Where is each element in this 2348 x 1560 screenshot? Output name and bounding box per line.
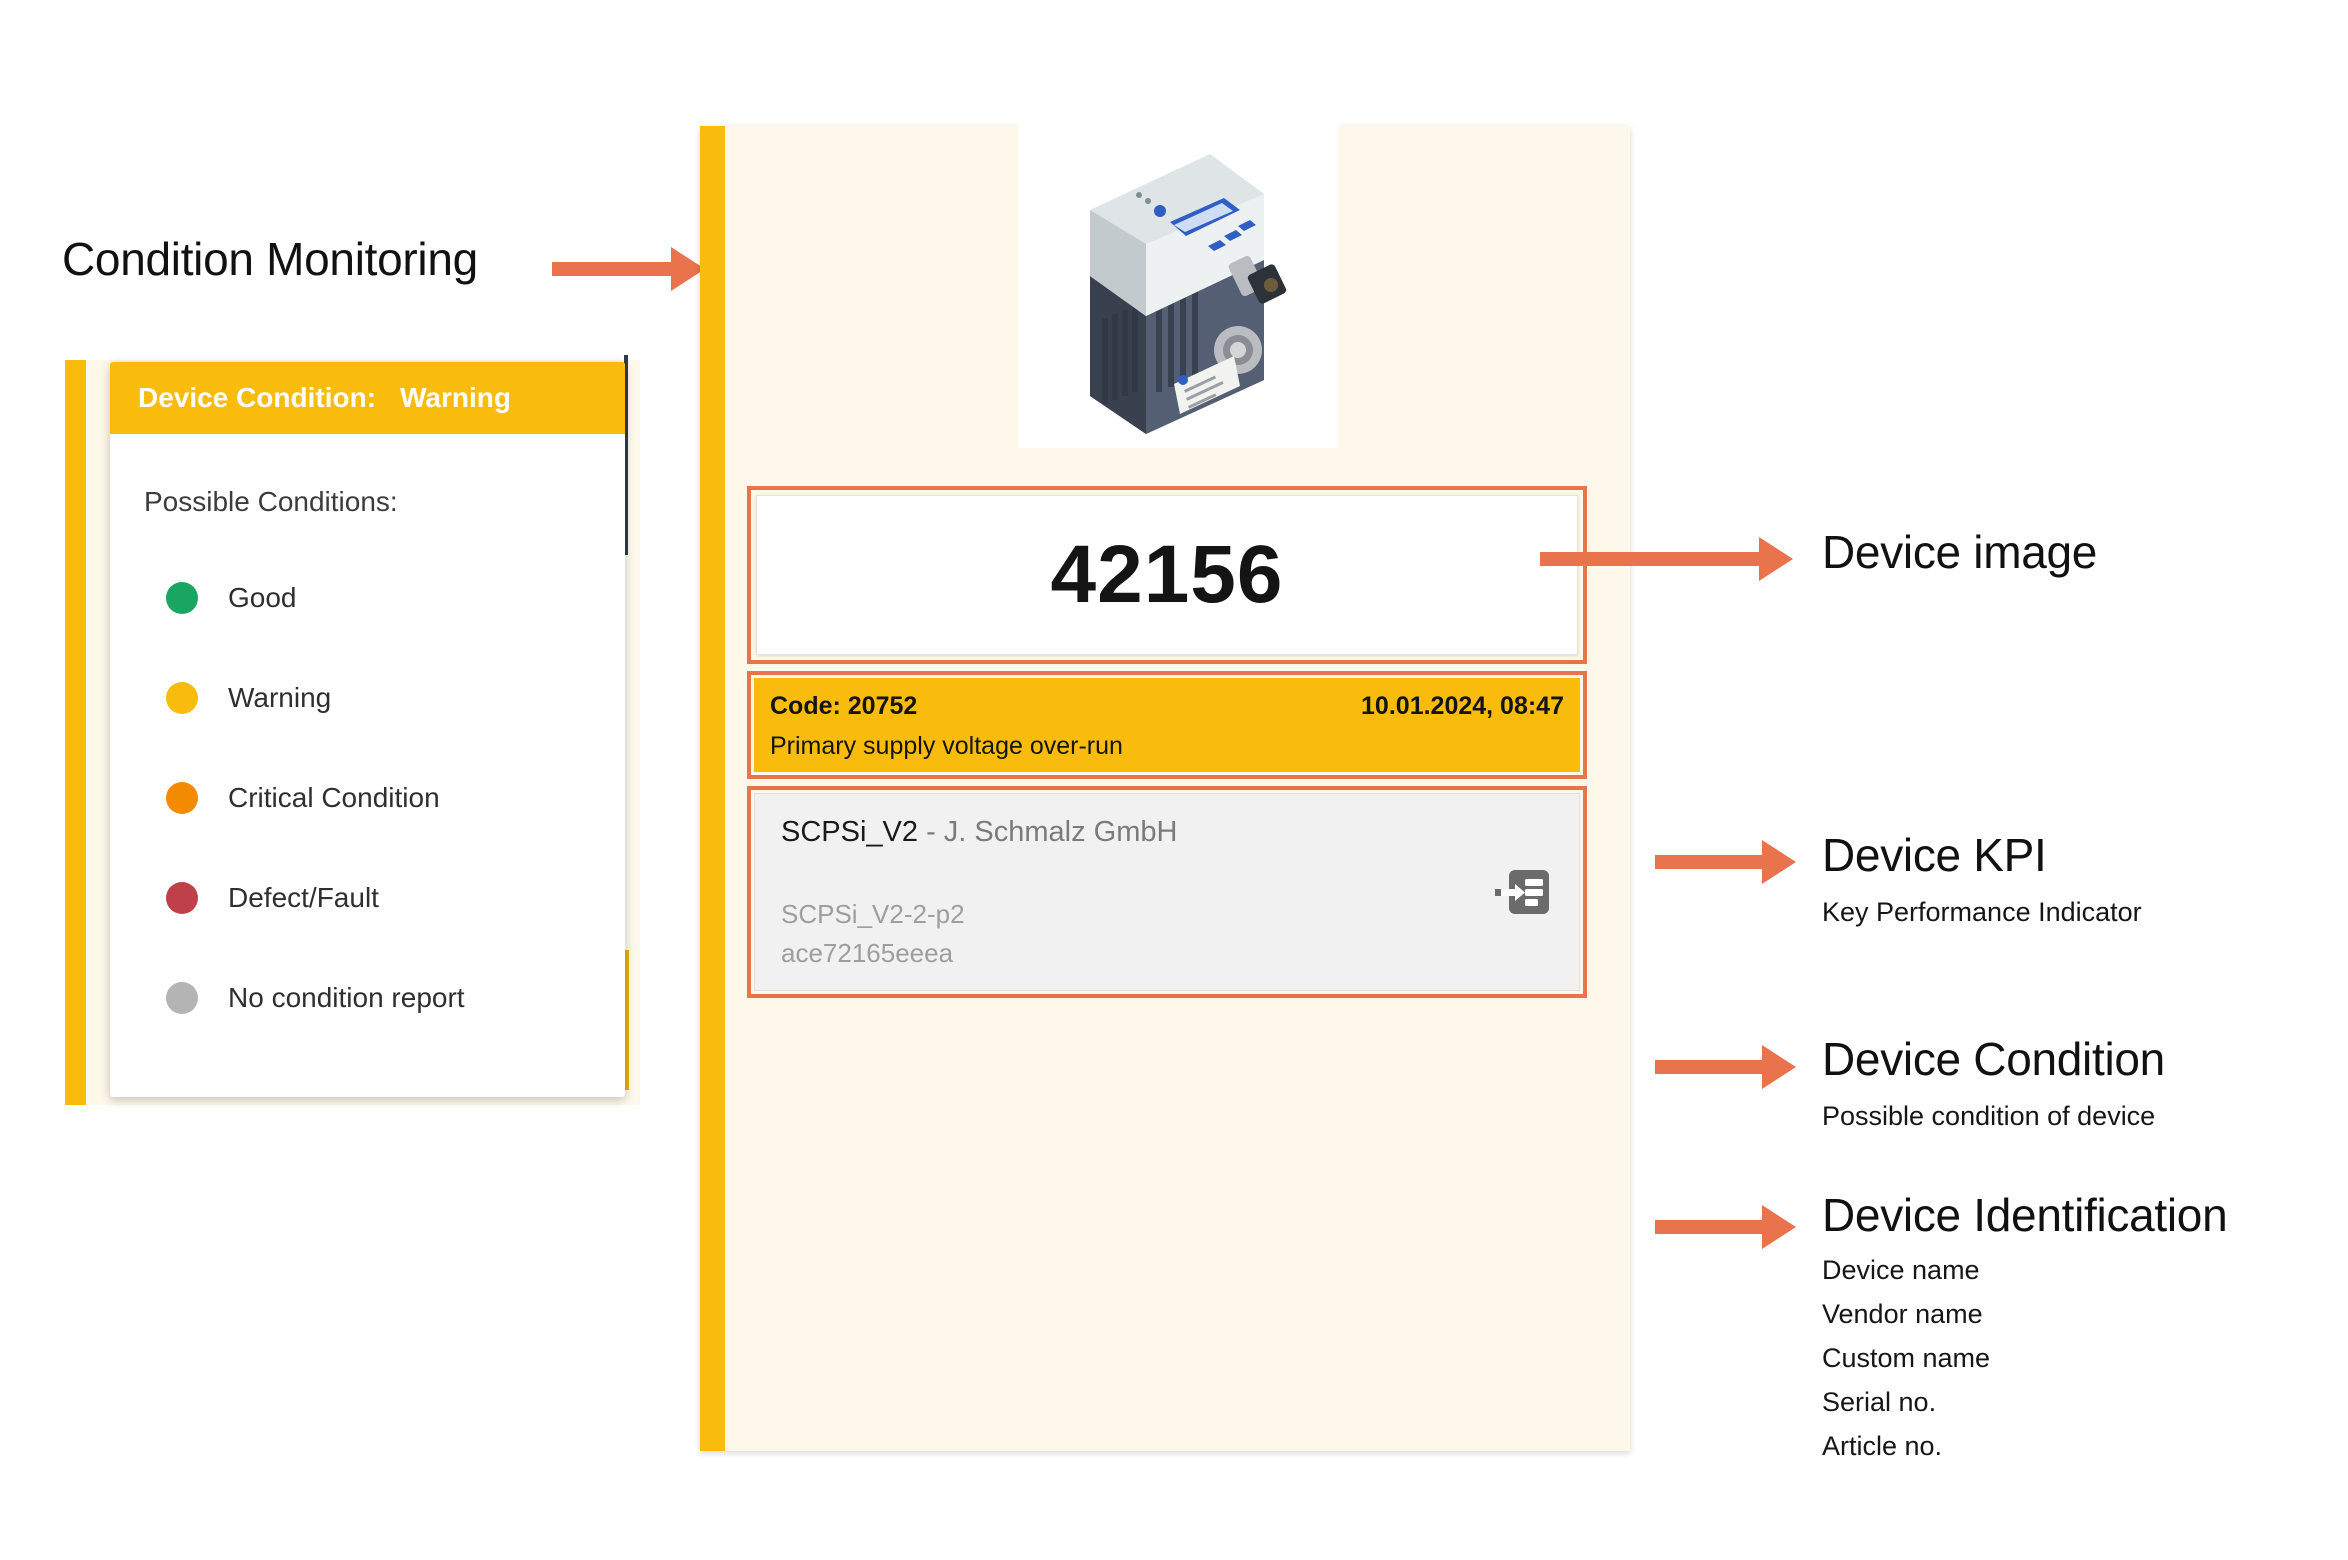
device-condition-description: Primary supply voltage over-run xyxy=(770,732,1123,760)
status-dot-defect xyxy=(166,882,198,914)
annotation-identification-line-article-no: Article no. xyxy=(1822,1431,1943,1461)
device-identification-highlight: SCPSi_V2 - J. Schmalz GmbH SCPSi_V2-2-p2… xyxy=(747,786,1587,998)
device-identification-title: SCPSi_V2 - J. Schmalz GmbH xyxy=(781,816,1553,849)
status-dot-good xyxy=(166,582,198,614)
device-kpi-panel[interactable]: 42156 xyxy=(756,495,1578,655)
device-image xyxy=(1017,118,1338,448)
arrow-to-device-identification xyxy=(1655,1205,1796,1249)
device-name-value: SCPSi_V2 xyxy=(781,816,919,848)
possible-conditions-list: Good Warning Critical Condition Defect/F… xyxy=(144,548,625,1048)
device-condition-code: Code: 20752 xyxy=(770,692,918,720)
condition-legend-label: Good xyxy=(228,582,297,613)
condition-legend-label: Critical Condition xyxy=(228,782,440,813)
condition-legend-item-good: Good xyxy=(144,548,625,648)
device-card[interactable]: 42156 Code: 20752 10.01.2024, 08:47 Prim… xyxy=(700,118,1630,1451)
device-name-separator: - xyxy=(918,816,944,848)
condition-legend-item-critical: Critical Condition xyxy=(144,748,625,848)
device-details-icon[interactable] xyxy=(1495,868,1549,918)
annotation-device-condition-subtitle: Possible condition of device xyxy=(1822,1101,2156,1131)
serial-no-value: ace72165eeea xyxy=(781,938,954,968)
status-dot-no-report xyxy=(166,982,198,1014)
device-condition-value: Warning xyxy=(400,382,511,413)
vacuum-ejector-illustration xyxy=(1089,154,1286,434)
annotation-device-identification-title: Device Identification xyxy=(1822,1189,2228,1241)
annotation-identification-line-custom-name: Custom name xyxy=(1822,1343,1991,1373)
annotation-identification-line-serial-no: Serial no. xyxy=(1822,1387,1937,1417)
device-condition-timestamp: 10.01.2024, 08:47 xyxy=(1361,692,1564,720)
annotation-device-image-title: Device image xyxy=(1822,526,2098,578)
possible-conditions-title: Possible Conditions: xyxy=(144,486,398,517)
condition-legend-label: No condition report xyxy=(228,982,465,1013)
arrow-to-device-kpi xyxy=(1655,840,1796,884)
device-condition-panel[interactable]: Code: 20752 10.01.2024, 08:47 Primary su… xyxy=(754,678,1580,772)
device-identification-panel[interactable]: SCPSi_V2 - J. Schmalz GmbH SCPSi_V2-2-p2… xyxy=(754,793,1580,991)
device-condition-popup-body: Possible Conditions: Good Warning Critic… xyxy=(110,434,625,1048)
arrow-to-device-image xyxy=(1540,537,1793,581)
condition-legend-label: Warning xyxy=(228,682,332,713)
condition-legend-item-defect: Defect/Fault xyxy=(144,848,625,948)
device-condition-highlight: Code: 20752 10.01.2024, 08:47 Primary su… xyxy=(747,671,1587,779)
device-card-accent-bar xyxy=(700,126,725,1451)
custom-name-value: SCPSi_V2-2-p2 xyxy=(781,899,965,929)
annotation-device-kpi-subtitle: Key Performance Indicator xyxy=(1822,897,2142,927)
device-condition-label: Device Condition: xyxy=(138,382,377,413)
annotation-device-kpi-title: Device KPI xyxy=(1822,829,2047,881)
device-kpi-value: 42156 xyxy=(1050,529,1284,620)
annotation-device-condition-title: Device Condition xyxy=(1822,1033,2165,1085)
arrow-to-condition-monitoring xyxy=(552,247,705,291)
device-condition-popup[interactable]: Device Condition: Warning Possible Condi… xyxy=(110,362,625,1097)
condition-legend-item-warning: Warning xyxy=(144,648,625,748)
annotation-identification-line-device-name: Device name xyxy=(1822,1255,1980,1285)
status-dot-critical xyxy=(166,782,198,814)
screenshot-stage: Condition Monitoring Device Condition: W… xyxy=(0,0,2348,1560)
status-dot-warning xyxy=(166,682,198,714)
condition-legend-label: Defect/Fault xyxy=(228,882,379,913)
annotation-condition-monitoring-title: Condition Monitoring xyxy=(62,233,478,285)
device-kpi-highlight: 42156 xyxy=(747,486,1587,664)
annotation-identification-line-vendor-name: Vendor name xyxy=(1822,1299,1983,1329)
device-condition-popup-header: Device Condition: Warning xyxy=(110,362,625,434)
vendor-name-value: J. Schmalz GmbH xyxy=(943,816,1178,848)
condition-legend-item-none: No condition report xyxy=(144,948,625,1048)
arrow-to-device-condition xyxy=(1655,1045,1796,1089)
backdrop-card-accent-left xyxy=(65,360,86,1105)
